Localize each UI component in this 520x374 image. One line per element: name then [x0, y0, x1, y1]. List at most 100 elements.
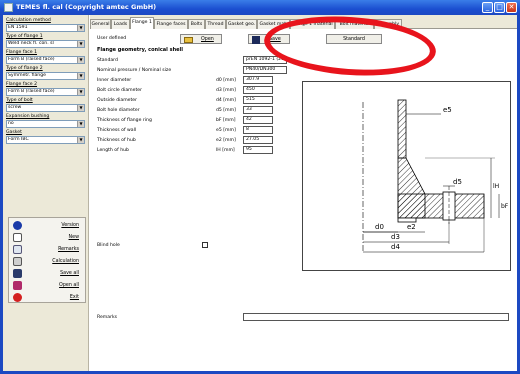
tab-gasket-geo[interactable]: Gasket geo.	[226, 19, 257, 29]
dim-d3-label: d3	[391, 233, 400, 241]
chevron-down-icon[interactable]: ▼	[77, 137, 84, 143]
maximize-button[interactable]: □	[494, 2, 505, 13]
dim-d5-label: d5	[453, 178, 462, 186]
bolt-circle-field[interactable]: 450	[243, 86, 273, 94]
chevron-down-icon[interactable]: ▼	[77, 57, 84, 63]
flange1-type-label: Type of flange 1	[6, 34, 43, 39]
row-symbol: d3 [mm]	[216, 88, 236, 93]
pen-icon	[13, 245, 22, 254]
blind-hole-checkbox[interactable]	[202, 242, 208, 248]
standard-field[interactable]: prEN 1092-1 (2002)	[243, 56, 287, 64]
row-symbol: bF [mm]	[216, 118, 236, 123]
nominal-label: Nominal pressure / Nominal size	[97, 68, 172, 73]
row-label: Inner diameter	[97, 78, 132, 83]
version-button[interactable]: Version	[11, 220, 83, 231]
exit-button[interactable]: Exit	[11, 292, 83, 303]
hub-length-field[interactable]: 95	[243, 146, 273, 154]
bolt-hole-field[interactable]: 33	[243, 106, 273, 114]
flange-face1-label: Flange face 1	[6, 50, 38, 55]
dim-e5-label: e5	[443, 106, 452, 114]
row-label: Thickness of flange ring	[97, 118, 152, 123]
floppy-disk-icon	[252, 36, 260, 44]
standard-button[interactable]: Standard	[326, 34, 382, 44]
app-icon	[4, 3, 13, 12]
minimize-button[interactable]: _	[482, 2, 493, 13]
flange1-type-select[interactable]: Weld neck fl. con. sl ▼	[6, 40, 85, 48]
flange-face2-select[interactable]: Form B (raised face) ▼	[6, 88, 85, 96]
flange-drawing: e5 d5 d0 e2 d3 d4 lH bF	[302, 81, 511, 271]
tab-flange-faces[interactable]: Flange faces	[154, 19, 188, 29]
remarks-button[interactable]: Remarks	[11, 244, 83, 255]
stop-icon	[13, 293, 22, 302]
title-bar: TEMES fl. cal (Copyright amtec GmbH)	[0, 0, 520, 15]
chevron-down-icon[interactable]: ▼	[77, 89, 84, 95]
tab-thread[interactable]: Thread	[205, 19, 226, 29]
pipe-wall	[397, 99, 407, 159]
chevron-down-icon[interactable]: ▼	[77, 121, 84, 127]
new-button[interactable]: New	[11, 232, 83, 243]
flange-face2-label: Flange face 2	[6, 82, 38, 87]
row-label: Bolt hole diameter	[97, 108, 140, 113]
flange2-type-select[interactable]: Symmetr. flange ▼	[6, 72, 85, 80]
dim-d4-label: d4	[391, 243, 400, 251]
open-all-button[interactable]: Open all	[11, 280, 83, 291]
gasket-label: Gasket	[6, 130, 22, 135]
bushing-label: Expansion bushing	[6, 114, 50, 119]
row-label: Thickness of hub	[97, 138, 136, 143]
gasket-select[interactable]: Form IBC ▼	[6, 136, 85, 144]
new-file-icon	[13, 233, 22, 242]
row-symbol: e2 [mm]	[216, 138, 236, 143]
info-icon	[13, 221, 22, 230]
tab-general[interactable]: General	[90, 19, 111, 29]
user-defined-label: User defined	[97, 36, 127, 41]
row-label: Outside diameter	[97, 98, 138, 103]
remarks-field[interactable]	[243, 313, 509, 321]
row-symbol: d4 [mm]	[216, 98, 236, 103]
chevron-down-icon[interactable]: ▼	[77, 25, 84, 31]
row-symbol: d0 [mm]	[216, 78, 236, 83]
flange-face1-select[interactable]: Form B (raised face) ▼	[6, 56, 85, 64]
save-button[interactable]: Save	[248, 34, 290, 44]
tab-loads[interactable]: Loads	[111, 19, 130, 29]
tab-bolt-material[interactable]: Bolt material	[335, 19, 374, 29]
floppy-disk-icon	[13, 269, 22, 278]
raised-face	[397, 217, 417, 223]
calc-method-select[interactable]: EN 1591 ▼	[6, 24, 85, 32]
tab-flange-1[interactable]: Flange 1	[130, 17, 154, 29]
flange-ring-thickness-field[interactable]: 42	[243, 116, 273, 124]
folder-icon	[184, 37, 193, 43]
tab-bar: General Loads Flange 1 Flange faces Bolt…	[90, 17, 517, 29]
dim-d0-label: d0	[375, 223, 384, 231]
dim-e2-label: e2	[407, 223, 416, 231]
flange-tab-content: User defined Open Save Standard Flange g…	[90, 29, 517, 371]
outside-diameter-field[interactable]: 515	[243, 96, 273, 104]
calc-method-label: Calculation method	[6, 18, 51, 23]
chevron-down-icon[interactable]: ▼	[77, 105, 84, 111]
tab-bolts[interactable]: Bolts	[188, 19, 205, 29]
bushing-select[interactable]: no ▼	[6, 120, 85, 128]
sidebar: Calculation method EN 1591 ▼ Type of fla…	[3, 15, 89, 371]
hub-thickness-field[interactable]: 27.05	[243, 136, 273, 144]
main-panel: General Loads Flange 1 Flange faces Bolt…	[90, 15, 517, 371]
tab-gasket-mat[interactable]: Gasket mat.	[257, 19, 290, 29]
nominal-field[interactable]: PN40/DN300	[243, 66, 287, 74]
chevron-down-icon[interactable]: ▼	[77, 41, 84, 47]
row-symbol: lH [mm]	[216, 148, 235, 153]
inner-diameter-field[interactable]: 307.9	[243, 76, 273, 84]
save-all-button[interactable]: Save all	[11, 268, 83, 279]
action-button-panel: Version New Remarks Calculation Save all…	[8, 217, 86, 303]
tab-assembly[interactable]: Assembly	[374, 19, 402, 29]
chevron-down-icon[interactable]: ▼	[77, 73, 84, 79]
tab-flange-1-material[interactable]: Flange 1 material	[290, 19, 335, 29]
row-label: Bolt circle diameter	[97, 88, 143, 93]
bolt-type-label: Type of bolt	[6, 98, 33, 103]
standard-label: Standard	[97, 58, 118, 63]
close-button[interactable]: ✕	[506, 2, 517, 13]
row-label: Thickness of wall	[97, 128, 137, 133]
wall-thickness-field[interactable]: 8	[243, 126, 273, 134]
window-title: TEMES fl. cal (Copyright amtec GmbH)	[16, 3, 157, 11]
row-symbol: e5 [mm]	[216, 128, 236, 133]
open-button[interactable]: Open	[180, 34, 222, 44]
calculation-button[interactable]: Calculation	[11, 256, 83, 267]
bolt-type-select[interactable]: screw ▼	[6, 104, 85, 112]
